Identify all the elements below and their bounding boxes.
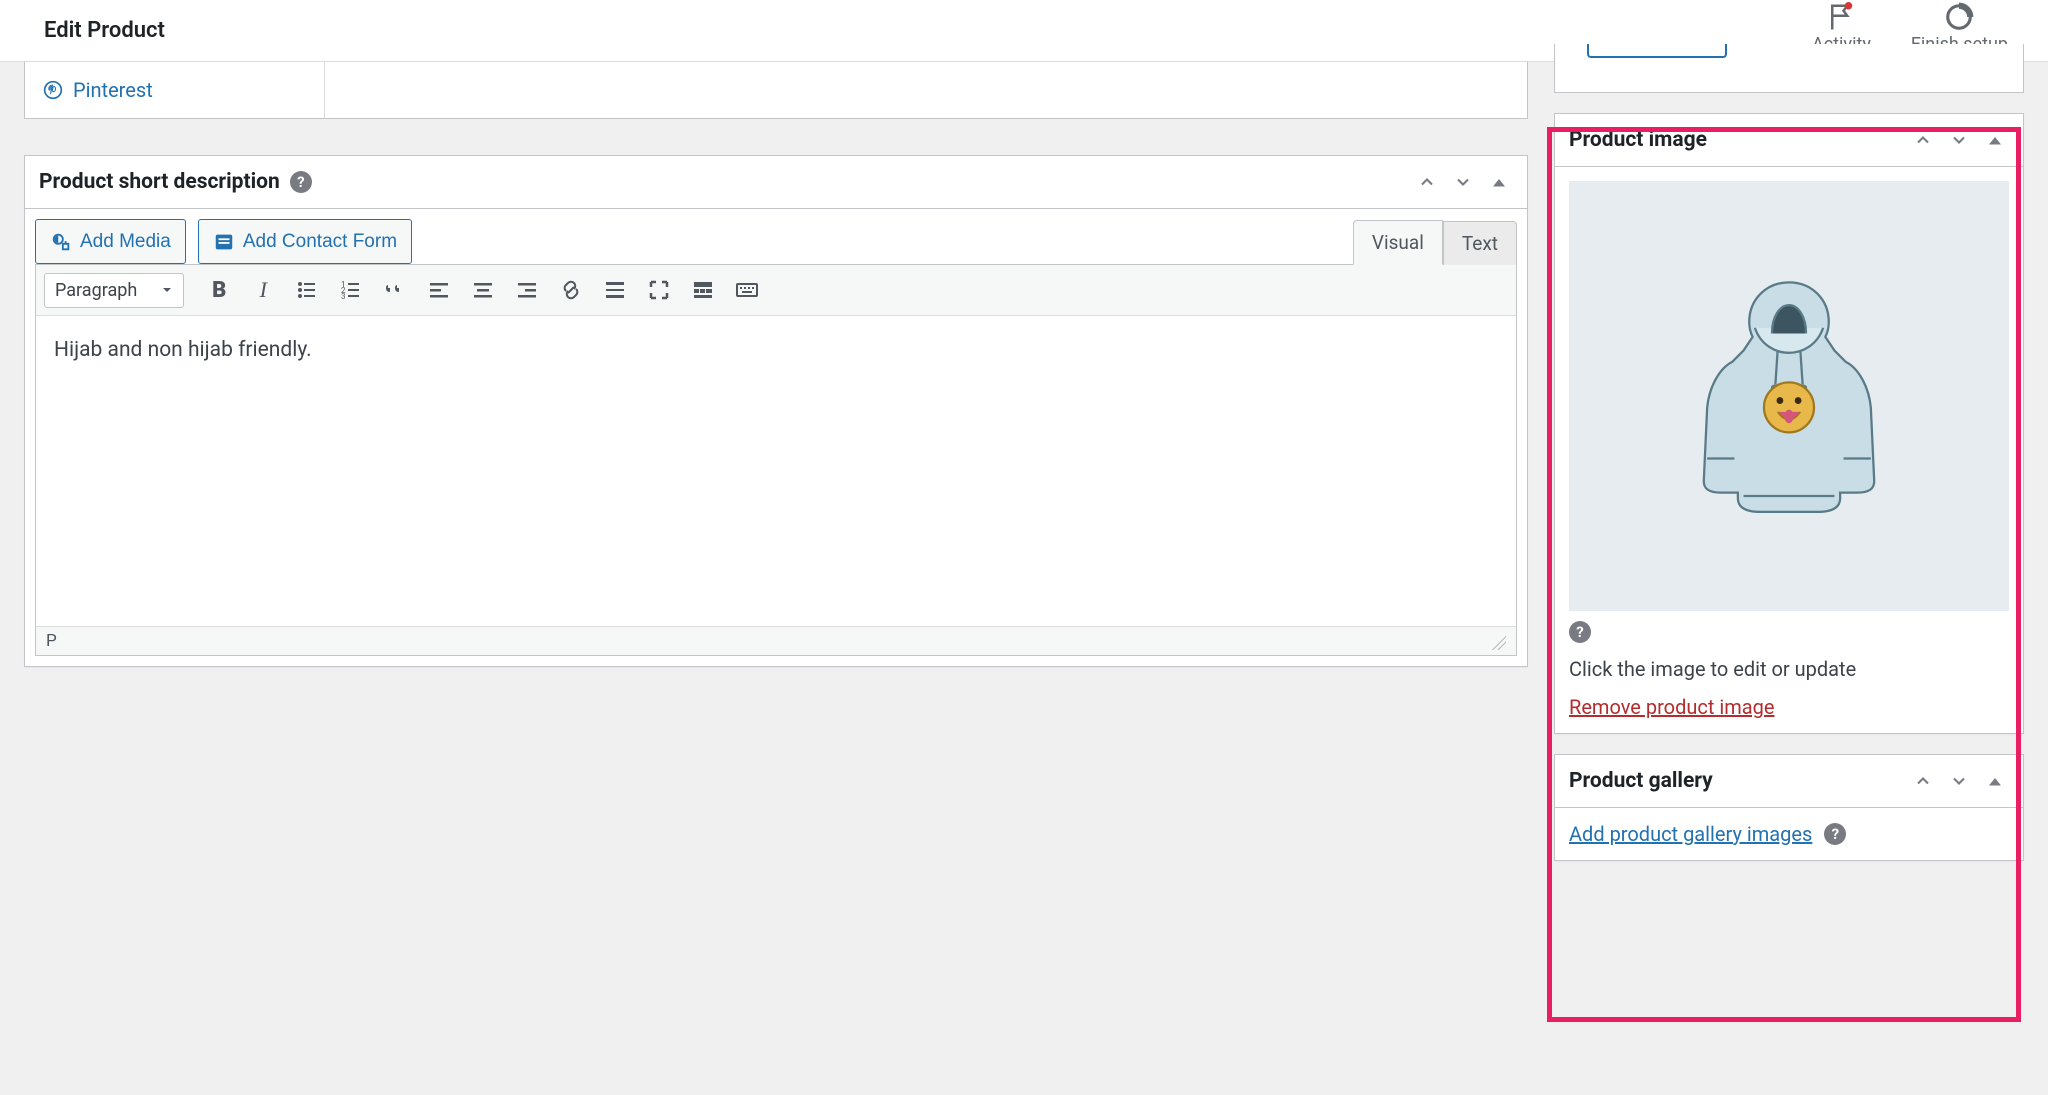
help-icon[interactable]: ?	[1569, 621, 1591, 643]
editor-tab-text[interactable]: Text	[1443, 221, 1517, 265]
partial-button-remnant[interactable]	[1587, 44, 1727, 58]
bullet-list-button[interactable]	[288, 271, 326, 309]
short-desc-title: Product short description	[39, 170, 280, 194]
move-up-button[interactable]	[1413, 168, 1441, 196]
form-icon	[213, 231, 235, 253]
link-button[interactable]	[552, 271, 590, 309]
add-gallery-images-link[interactable]: Add product gallery images	[1569, 822, 1812, 846]
add-media-button[interactable]: Add Media	[35, 219, 186, 264]
remove-product-image-link[interactable]: Remove product image	[1569, 695, 1774, 719]
move-down-button[interactable]	[1945, 767, 1973, 795]
product-gallery-header[interactable]: Product gallery	[1555, 755, 2023, 808]
tinymce-toolbar: Paragraph B I 123	[36, 265, 1516, 316]
add-media-label: Add Media	[80, 231, 171, 253]
svg-text:3: 3	[341, 292, 346, 301]
short-desc-header[interactable]: Product short description ?	[25, 156, 1527, 209]
move-up-button[interactable]	[1909, 767, 1937, 795]
align-right-button[interactable]	[508, 271, 546, 309]
resize-handle[interactable]	[1488, 632, 1506, 650]
help-icon[interactable]: ?	[1824, 823, 1846, 845]
add-contact-form-button[interactable]: Add Contact Form	[198, 219, 412, 264]
pinterest-label: Pinterest	[73, 78, 153, 102]
format-label: Paragraph	[55, 280, 137, 301]
camera-icon	[50, 231, 72, 253]
bold-button[interactable]: B	[200, 271, 238, 309]
editor-text: Hijab and non hijab friendly.	[54, 338, 312, 362]
numbered-list-button[interactable]: 123	[332, 271, 370, 309]
align-left-button[interactable]	[420, 271, 458, 309]
blockquote-button[interactable]	[376, 271, 414, 309]
editor-tab-visual[interactable]: Visual	[1353, 220, 1443, 265]
flag-icon	[1826, 2, 1856, 32]
toggle-button[interactable]	[1485, 168, 1513, 196]
toggle-button[interactable]	[1981, 126, 2009, 154]
metabox-product-gallery: Product gallery Add product gallery imag…	[1554, 754, 2024, 861]
help-icon[interactable]: ?	[290, 171, 312, 193]
page-title: Edit Product	[44, 18, 165, 43]
add-contact-form-label: Add Contact Form	[243, 231, 397, 253]
hoodie-illustration	[1674, 271, 1904, 521]
editor-breadcrumb: P	[46, 631, 57, 651]
product-image-caption: Click the image to edit or update	[1569, 657, 2009, 681]
product-gallery-title: Product gallery	[1569, 769, 1713, 793]
product-image-header[interactable]: Product image	[1555, 114, 2023, 167]
progress-circle-icon	[1944, 2, 1974, 32]
toolbar-toggle-button[interactable]	[684, 271, 722, 309]
readmore-button[interactable]	[596, 271, 634, 309]
move-down-button[interactable]	[1945, 126, 1973, 154]
product-image-title: Product image	[1569, 128, 1707, 152]
align-center-button[interactable]	[464, 271, 502, 309]
metabox-product-image: Product image	[1554, 113, 2024, 734]
main-content: Pinterest Product short description ?	[0, 62, 2048, 1095]
pinterest-metabox-remnant: Pinterest	[24, 62, 1528, 119]
tab-pinterest[interactable]: Pinterest	[25, 62, 325, 118]
toggle-button[interactable]	[1981, 767, 2009, 795]
product-image-thumbnail[interactable]	[1569, 181, 2009, 611]
format-select[interactable]: Paragraph	[44, 273, 184, 308]
italic-button[interactable]: I	[244, 271, 282, 309]
metabox-short-description: Product short description ? Add Media	[24, 155, 1528, 667]
move-down-button[interactable]	[1449, 168, 1477, 196]
fullscreen-button[interactable]	[640, 271, 678, 309]
editor-content-area[interactable]: Hijab and non hijab friendly.	[36, 316, 1516, 626]
move-up-button[interactable]	[1909, 126, 1937, 154]
chevron-down-icon	[161, 284, 173, 296]
pinterest-icon	[43, 80, 63, 100]
keyboard-button[interactable]	[728, 271, 766, 309]
